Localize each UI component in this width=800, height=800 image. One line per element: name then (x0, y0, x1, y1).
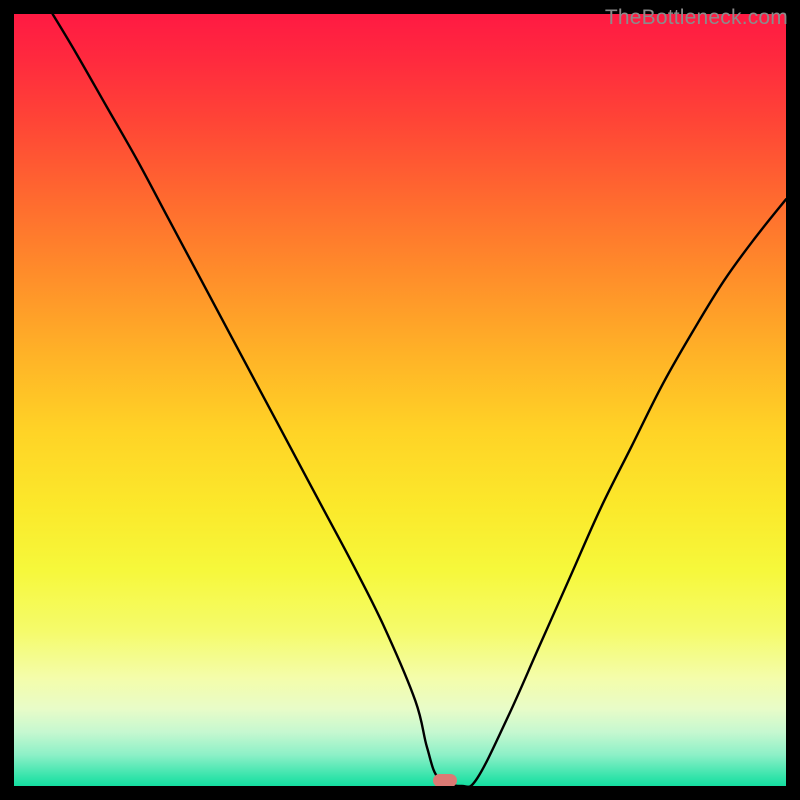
chart-container: TheBottleneck.com (0, 0, 800, 800)
minimum-marker-pill (433, 774, 457, 786)
watermark-text: TheBottleneck.com (605, 6, 788, 30)
plot-area (14, 14, 786, 786)
bottleneck-curve (14, 14, 786, 786)
